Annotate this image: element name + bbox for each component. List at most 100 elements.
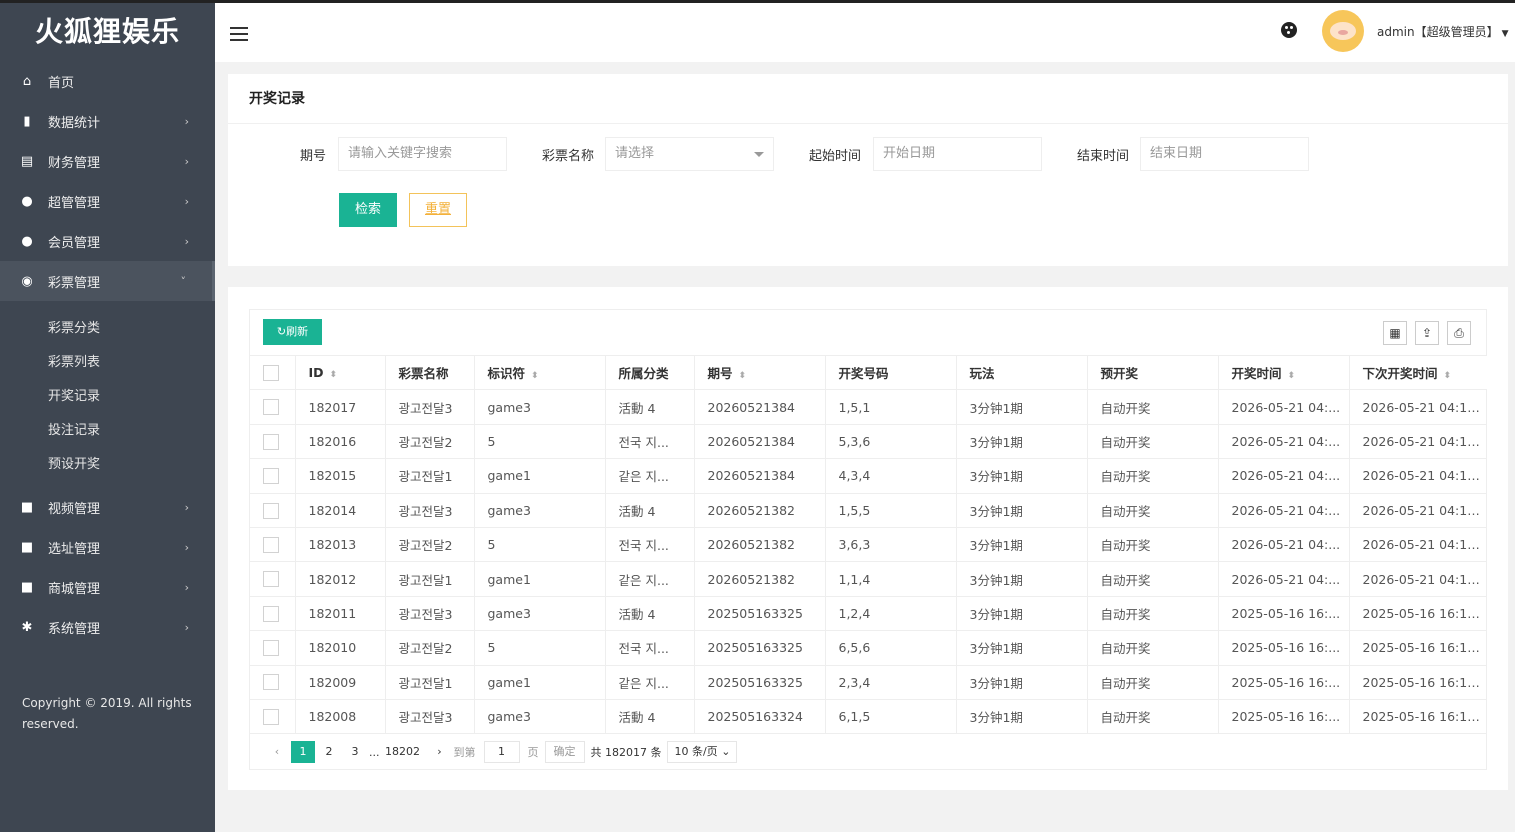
row-checkbox[interactable] [263,605,279,622]
goto-page-input[interactable]: 1 [483,741,520,763]
column-header-identifier[interactable]: 标识符 ⬍ [474,354,606,391]
column-header-next-draw-time[interactable]: 下次开奖时间 ⬍ [1349,354,1487,391]
print-icon[interactable]: ⎙ [1447,321,1471,345]
sidebar-item-finance[interactable]: ▤ 财务管理 › [0,141,215,181]
submenu-item-lottery-category[interactable]: 彩票分类 [0,309,215,343]
sidebar-item-stats[interactable]: ▮ 数据统计 › [0,101,215,141]
table-header-row: ID ⬍ 彩票名称 标识符 ⬍ 所属分类 期号 ⬍ 开奖号码 玩法 预开奖 开奖时间 ⬍… [250,354,1487,391]
user-menu[interactable]: admin【超级管理员】 ▼ [1377,23,1509,40]
column-header-period[interactable]: 期号 ⬍ [694,354,826,391]
avatar[interactable] [1322,10,1364,52]
cell-pre-draw: 自动开奖 [1087,527,1219,563]
row-checkbox[interactable] [263,708,279,725]
page-button[interactable]: 2 [317,741,341,763]
row-checkbox[interactable] [263,468,279,485]
page-ellipsis: ... [369,745,380,759]
sidebar-item-video[interactable]: ■ 视频管理 › [0,487,215,527]
cell-category: 같은 지... [605,458,695,494]
sort-icon[interactable]: ⬍ [1444,371,1452,381]
sidebar-item-lottery[interactable]: ◉ 彩票管理 ˅ [0,261,215,301]
caret-down-icon: ▼ [1501,29,1509,39]
sidebar-item-members[interactable]: ● 会员管理 › [0,221,215,261]
chevron-right-icon: › [184,154,189,168]
row-checkbox[interactable] [263,399,279,416]
cell-play-mode: 3分钟1期 [956,389,1088,425]
row-select-cell [250,527,296,563]
cell-id: 182012 [295,561,386,597]
row-select-cell [250,699,296,735]
gear-icon: ✱ [21,619,33,635]
table-row[interactable]: 182014 광고전달3 game3 活動 4 20260521382 1,5,5 3分钟1… [250,493,1487,528]
sort-icon[interactable]: ⬍ [531,371,539,381]
select-all-checkbox[interactable] [263,364,279,381]
table-row[interactable]: 182016 광고전달2 5 전국 지... 20260521384 5,3,6 3分钟1期… [250,424,1487,460]
end-date-input[interactable]: 结束日期 [1140,137,1309,171]
column-header-label: ID [308,365,324,381]
export-icon[interactable]: ⇪ [1415,321,1439,345]
sidebar-item-system[interactable]: ✱ 系统管理 › [0,607,215,647]
sidebar-item-mall[interactable]: ■ 商城管理 › [0,567,215,607]
submenu-item-preset-draw[interactable]: 预设开奖 [0,445,215,479]
cell-category: 活動 4 [605,493,695,528]
column-header-lottery-name: 彩票名称 [385,354,475,391]
last-page-button[interactable]: 18202 [384,741,422,763]
menu-toggle-icon[interactable] [230,27,248,45]
sidebar-item-home[interactable]: ⌂ 首页 [0,61,215,101]
table-row[interactable]: 182012 광고전달1 game1 같은 지... 20260521382 1,1,4 3… [250,561,1487,597]
submenu-item-draw-records[interactable]: 开奖记录 [0,377,215,411]
cell-category: 전국 지... [605,527,695,563]
sort-icon[interactable]: ⬍ [739,371,747,381]
table-row[interactable]: 182011 광고전달3 game3 活動 4 202505163325 1,2,4 3分钟… [250,596,1487,632]
row-checkbox[interactable] [263,640,279,657]
palette-icon[interactable] [1281,22,1297,38]
column-header-label: 预开奖 [1100,366,1139,382]
table-row[interactable]: 182008 광고전달3 game3 活動 4 202505163324 6,1,5 3分钟… [250,699,1487,735]
table-row[interactable]: 182017 광고전달3 game3 活動 4 20260521384 1,5,1 3分钟1… [250,389,1487,425]
cell-next-draw-time: 2026-05-21 04:10... [1349,493,1487,528]
table-row[interactable]: 182013 광고전달2 5 전국 지... 20260521382 3,6,3 3分钟1期… [250,527,1487,563]
submenu-item-lottery-list[interactable]: 彩票列表 [0,343,215,377]
row-checkbox[interactable] [263,536,279,553]
period-search-input[interactable]: 请输入关键字搜索 [338,137,507,171]
cell-identifier: game1 [474,665,606,700]
column-header-draw-time[interactable]: 开奖时间 ⬍ [1218,354,1350,391]
table-row[interactable]: 182009 광고전달1 game1 같은 지... 202505163325 2,3,4… [250,665,1487,700]
cell-draw-numbers: 6,5,6 [825,630,957,666]
lottery-name-select[interactable]: 请选择 [605,137,774,171]
row-checkbox[interactable] [263,674,279,691]
prev-page-icon[interactable]: ‹ [265,741,289,763]
reset-button[interactable]: 重置 [409,193,467,227]
cell-pre-draw: 自动开奖 [1087,389,1219,425]
sidebar-item-superadmin[interactable]: ● 超管管理 › [0,181,215,221]
start-date-input[interactable]: 开始日期 [873,137,1042,171]
sort-icon[interactable]: ⬍ [330,370,338,380]
search-button[interactable]: 检索 [339,193,397,227]
cell-pre-draw: 自动开奖 [1087,596,1219,632]
cell-category: 活動 4 [605,596,695,632]
sidebar-item-site[interactable]: ■ 选址管理 › [0,527,215,567]
goto-label: 到第 [453,746,476,759]
next-page-icon[interactable]: › [428,741,452,763]
cell-draw-time: 2025-05-16 16:... [1218,630,1350,666]
confirm-button[interactable]: 确定 [544,741,585,763]
bank-icon: ▤ [20,153,34,169]
page-size-select[interactable]: 10 条/页 ⌄ [667,741,738,763]
cell-pre-draw: 自动开奖 [1087,665,1219,700]
page-button[interactable]: 1 [291,741,315,763]
cell-play-mode: 3分钟1期 [956,424,1088,460]
columns-toggle-icon[interactable]: ▦ [1383,321,1407,345]
cell-period: 20260521384 [694,424,826,460]
sort-icon[interactable]: ⬍ [1288,371,1296,381]
users-icon: ● [21,233,33,249]
refresh-button[interactable]: ↻刷新 [263,319,322,345]
row-checkbox[interactable] [263,433,279,450]
page-button[interactable]: 3 [343,741,367,763]
table-row[interactable]: 182010 광고전달2 5 전국 지... 202505163325 6,5,6 3分钟1… [250,630,1487,666]
table-row[interactable]: 182015 광고전달1 game1 같은 지... 20260521384 4,3,4 3… [250,458,1487,494]
column-header-id[interactable]: ID ⬍ [295,354,386,391]
row-checkbox[interactable] [263,502,279,519]
row-checkbox[interactable] [263,571,279,588]
submenu-item-bet-records[interactable]: 投注记录 [0,411,215,445]
cell-identifier: 5 [474,424,606,460]
app-logo: 火狐狸娱乐 [34,15,180,48]
